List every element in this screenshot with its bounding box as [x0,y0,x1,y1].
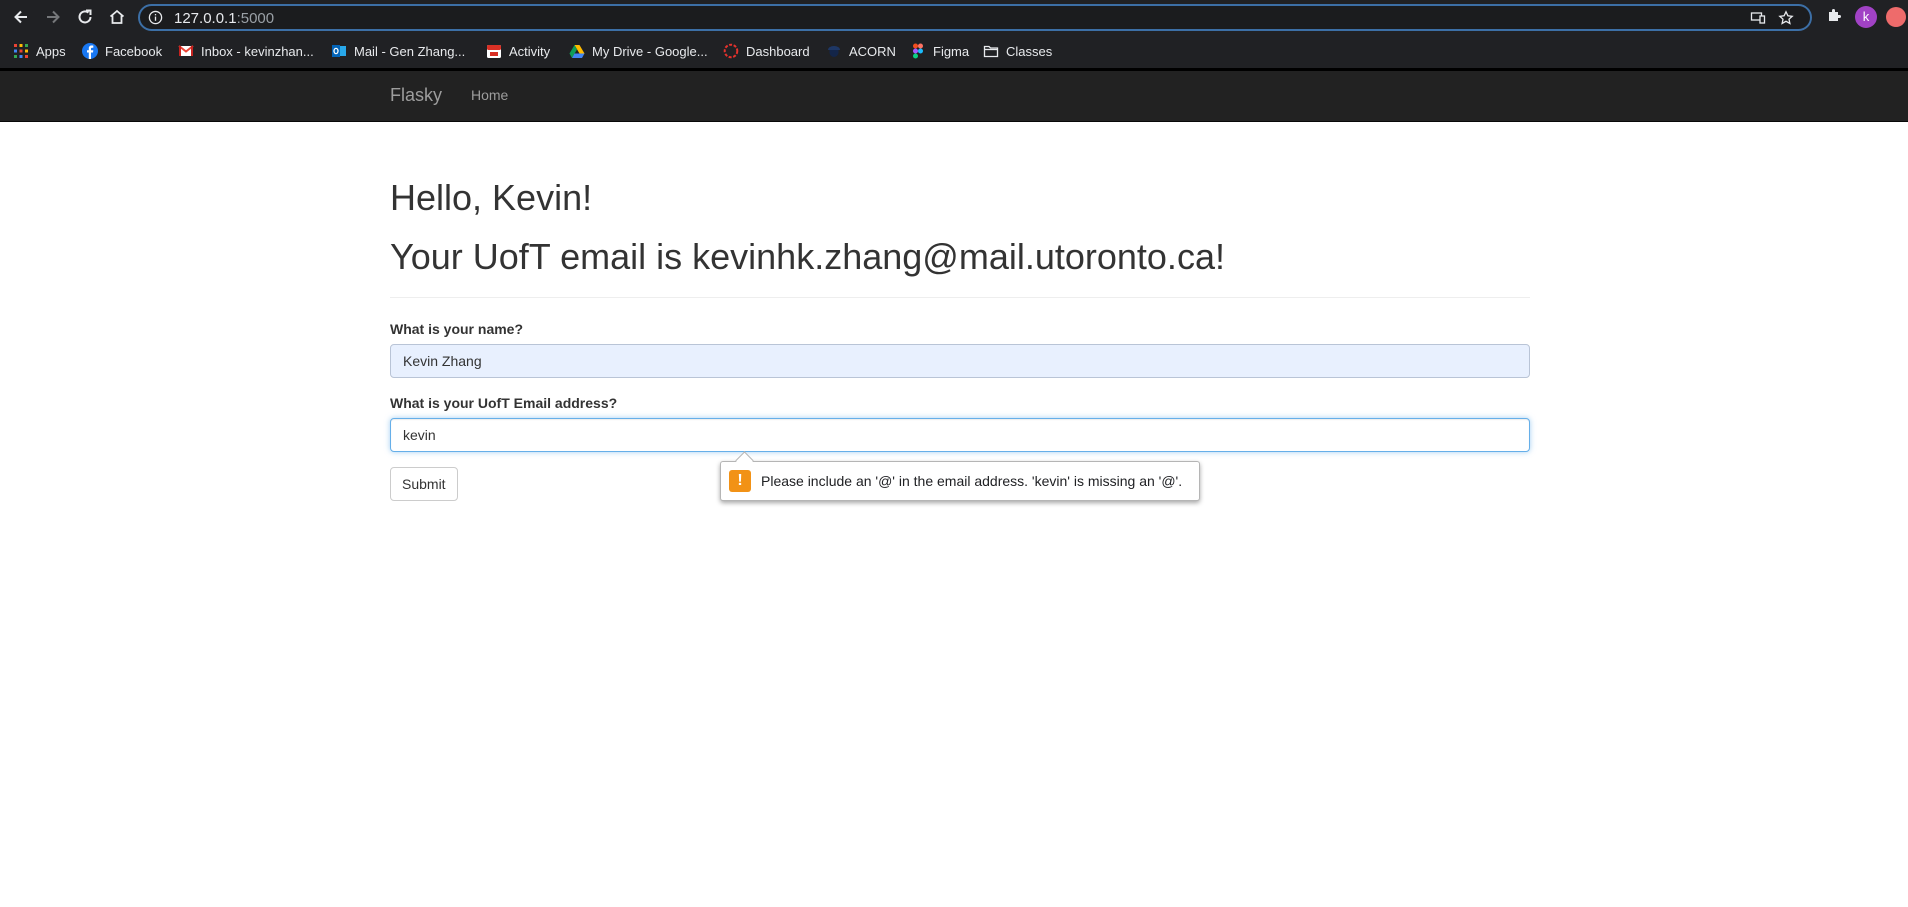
bookmark-google-drive[interactable]: My Drive - Google... [569,42,708,60]
email-heading: Your UofT email is kevinhk.zhang@mail.ut… [390,236,1225,277]
forward-button[interactable] [41,5,65,29]
tooltip-arrow [735,451,754,470]
url-text[interactable]: 127.0.0.1:5000 [174,10,274,27]
header-divider [390,297,1530,298]
bookmark-label: My Drive - Google... [592,43,708,59]
bookmark-apps[interactable]: Apps [13,42,66,60]
site-info-icon[interactable] [148,10,163,30]
back-button[interactable] [9,5,33,29]
bookmark-label: Mail - Gen Zhang... [354,43,466,59]
figma-icon [910,43,926,59]
submit-button[interactable]: Submit [390,467,458,501]
google-drive-icon [569,43,585,59]
bookmark-outlook-mail[interactable]: Mail - Gen Zhang... [331,42,465,60]
reload-button[interactable] [73,5,97,29]
dashboard-icon [723,43,739,59]
name-input[interactable] [390,344,1530,378]
extension-avatar-icon[interactable] [1886,7,1906,27]
email-input[interactable] [390,418,1530,452]
bookmark-facebook[interactable]: Facebook [82,42,162,60]
bookmark-star-icon[interactable] [1778,10,1794,31]
bookmark-label: Inbox - kevinzhan... [201,43,314,59]
greeting-heading: Hello, Kevin! [390,177,593,218]
address-bar[interactable]: 127.0.0.1:5000 [138,4,1812,31]
bookmark-label: Apps [36,43,66,59]
bookmark-label: Classes [1006,43,1053,59]
forward-arrow-icon [47,10,60,24]
gmail-icon [178,43,194,59]
warning-icon: ! [729,470,751,492]
apps-grid-icon [13,43,29,59]
app-navbar: Flasky Home [0,71,1908,122]
email-label: What is your UofT Email address? [390,395,618,411]
bookmark-figma[interactable]: Figma [910,42,969,60]
bookmark-label: ACORN [849,43,896,59]
bookmark-classes-folder[interactable]: Classes [983,42,1052,60]
home-button[interactable] [105,5,129,29]
bookmark-label: Dashboard [746,43,810,59]
calendar-icon [486,43,502,59]
cast-icon[interactable] [1750,10,1766,31]
extensions-puzzle-icon[interactable] [1826,6,1844,29]
bookmarks-bar: Apps Facebook Inbox - kevinzhan... Mail … [0,35,1908,68]
folder-icon [983,43,999,59]
home-icon [109,9,125,24]
acorn-icon [826,43,842,59]
validation-message: Please include an '@' in the email addre… [761,473,1183,489]
bookmark-acorn[interactable]: ACORN [826,42,896,60]
outlook-icon [331,43,347,59]
navbar-brand[interactable]: Flasky [390,85,442,106]
browser-toolbar: 127.0.0.1:5000 k [0,0,1908,35]
bookmark-gmail-inbox[interactable]: Inbox - kevinzhan... [178,42,314,60]
bookmark-activity[interactable]: Activity [486,42,550,60]
url-host: 127.0.0.1 [174,10,237,27]
name-label: What is your name? [390,321,524,337]
bookmark-label: Activity [509,43,551,59]
back-arrow-icon [14,10,27,24]
bookmark-dashboard[interactable]: Dashboard [723,42,810,60]
profile-avatar[interactable]: k [1855,6,1877,28]
url-port: :5000 [236,10,275,27]
facebook-icon [82,43,98,59]
validation-tooltip: ! Please include an '@' in the email add… [720,451,1200,501]
bookmark-label: Facebook [105,43,163,59]
nav-link-home[interactable]: Home [471,87,508,103]
reload-icon [78,9,92,24]
bookmark-label: Figma [933,43,970,59]
